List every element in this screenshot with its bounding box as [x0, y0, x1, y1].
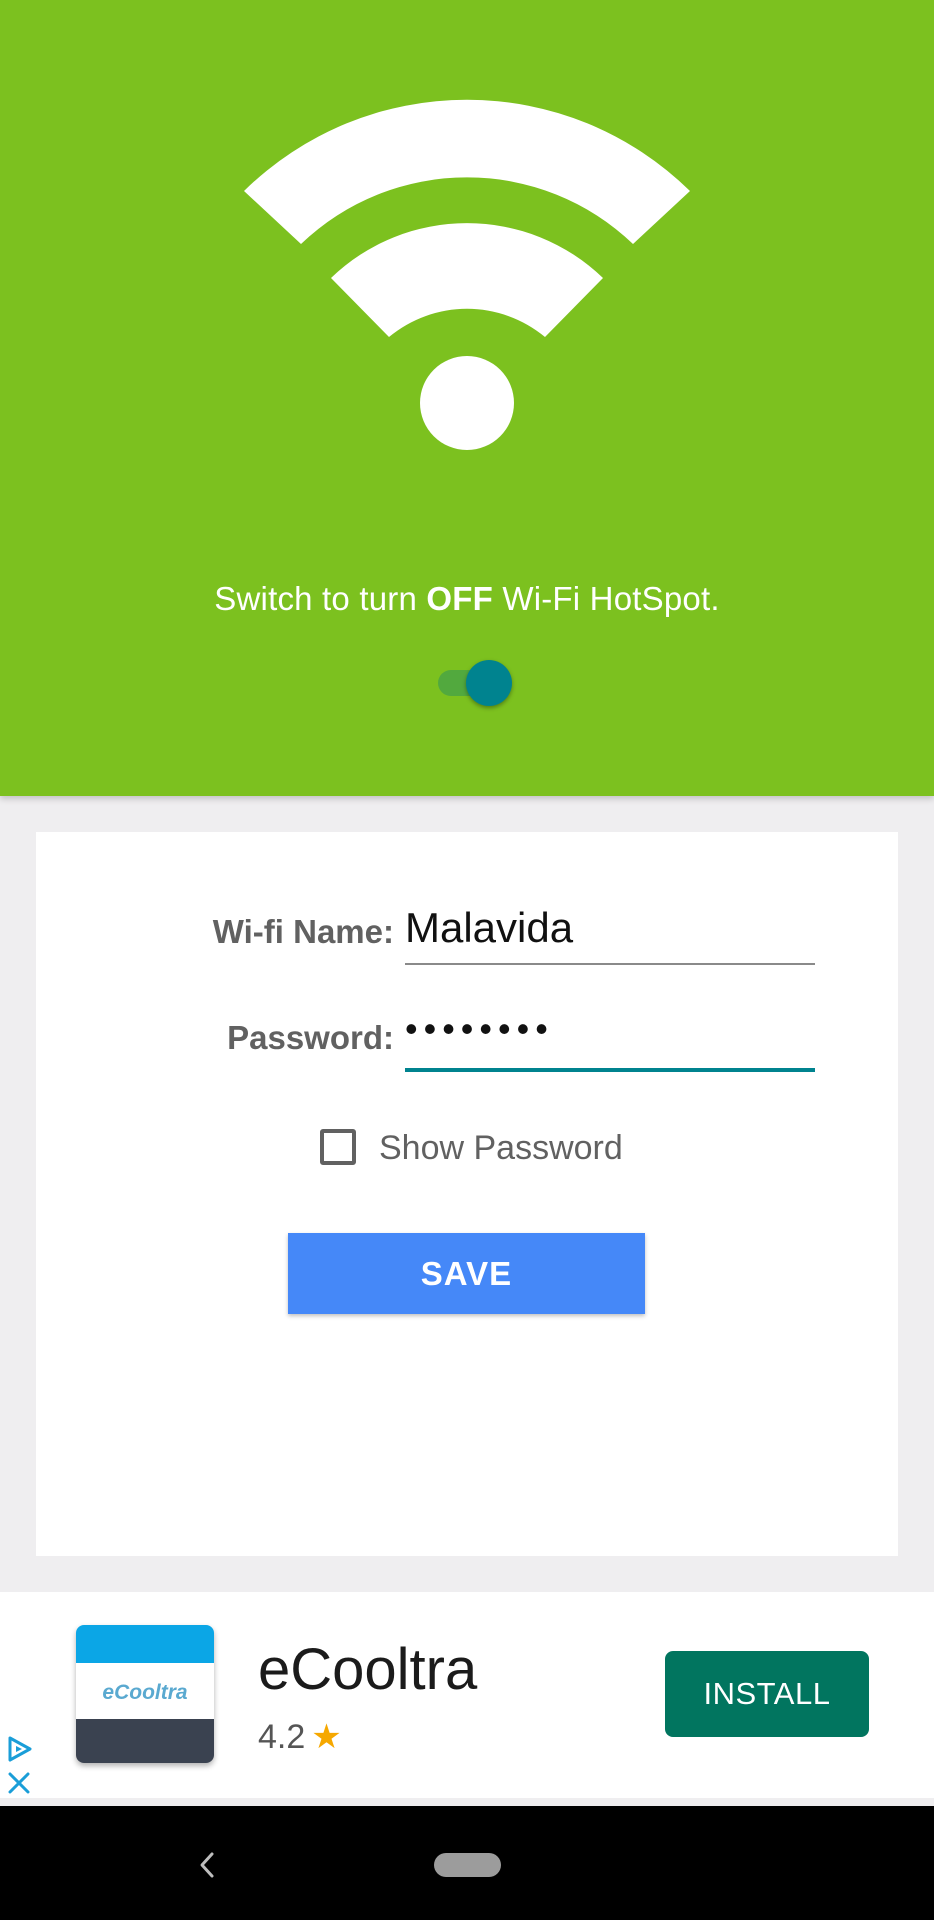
password-input[interactable]: ••••••••: [405, 1008, 815, 1050]
wifi-name-label: Wi-fi Name:: [212, 913, 394, 950]
save-button[interactable]: SAVE: [288, 1233, 645, 1314]
show-password-checkbox[interactable]: [320, 1129, 356, 1165]
star-icon: ★: [311, 1718, 342, 1756]
show-password-label[interactable]: Show Password: [379, 1129, 623, 1168]
ad-rating: 4.2 ★: [258, 1718, 342, 1756]
hotspot-toggle-switch[interactable]: [438, 658, 516, 708]
back-icon[interactable]: [194, 1850, 220, 1880]
ad-banner[interactable]: eCooltra eCooltra 4.2 ★ INSTALL: [0, 1592, 934, 1798]
wifi-name-underline: [405, 963, 815, 965]
install-button[interactable]: INSTALL: [665, 1651, 869, 1737]
ad-app-icon-logo: eCooltra: [102, 1681, 188, 1704]
hotspot-status-text: Switch to turn OFF Wi-Fi HotSpot.: [214, 580, 720, 617]
ad-app-icon[interactable]: eCooltra: [76, 1625, 214, 1763]
toggle-thumb: [466, 660, 512, 706]
home-pill-icon[interactable]: [434, 1853, 501, 1877]
wifi-icon: [244, 99, 690, 450]
ad-app-name[interactable]: eCooltra: [258, 1636, 477, 1703]
password-label: Password:: [227, 1019, 394, 1056]
navigation-bar: [0, 1806, 934, 1920]
status-keyword: OFF: [426, 580, 493, 617]
wifi-name-input[interactable]: Malavida: [405, 904, 815, 952]
ad-choices-icon[interactable]: [4, 1734, 34, 1764]
ad-close-icon[interactable]: [4, 1768, 34, 1798]
password-underline: [405, 1068, 815, 1072]
hotspot-header: Switch to turn OFF Wi-Fi HotSpot.: [0, 0, 934, 796]
